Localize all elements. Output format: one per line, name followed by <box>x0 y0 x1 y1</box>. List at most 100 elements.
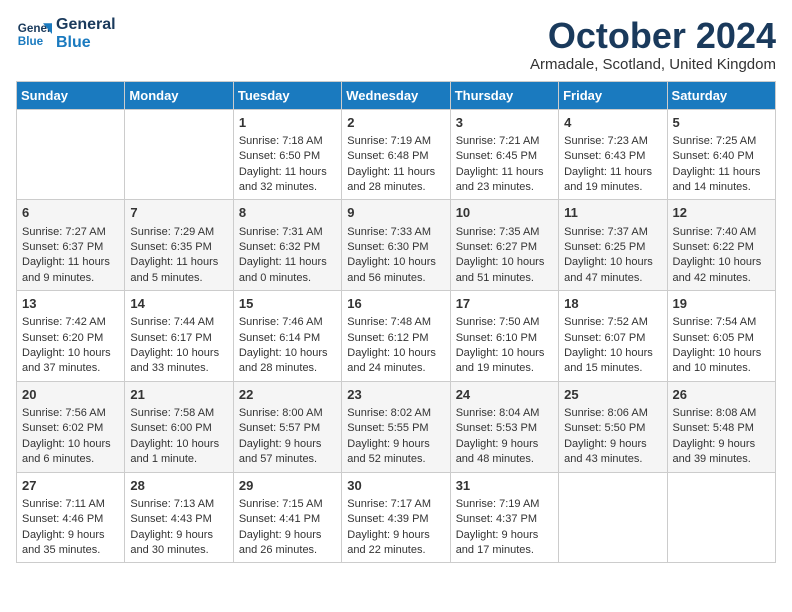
logo-icon: General Blue <box>16 16 52 52</box>
cell-text: Daylight: 10 hours <box>456 255 553 270</box>
cell-text: Daylight: 10 hours <box>347 346 444 361</box>
cell-text: and 43 minutes. <box>564 452 661 467</box>
day-number: 3 <box>456 114 553 132</box>
cell-text: Sunrise: 7:58 AM <box>130 406 227 421</box>
cell-text: Sunset: 6:20 PM <box>22 331 119 346</box>
cell-text: Daylight: 11 hours <box>239 255 336 270</box>
cell-text: Sunrise: 7:27 AM <box>22 225 119 240</box>
title-block: October 2024 Armadale, Scotland, United … <box>530 16 776 73</box>
day-number: 18 <box>564 295 661 313</box>
cell-text: and 39 minutes. <box>673 452 770 467</box>
cell-text: Sunset: 6:02 PM <box>22 421 119 436</box>
cell-text: and 19 minutes. <box>456 361 553 376</box>
calendar-cell: 7Sunrise: 7:29 AMSunset: 6:35 PMDaylight… <box>125 200 233 291</box>
calendar-cell: 31Sunrise: 7:19 AMSunset: 4:37 PMDayligh… <box>450 472 558 563</box>
day-number: 25 <box>564 386 661 404</box>
cell-text: Sunrise: 8:02 AM <box>347 406 444 421</box>
cell-text: Sunrise: 8:00 AM <box>239 406 336 421</box>
day-number: 10 <box>456 204 553 222</box>
cell-text: Daylight: 10 hours <box>130 346 227 361</box>
calendar-body: 1Sunrise: 7:18 AMSunset: 6:50 PMDaylight… <box>17 109 776 563</box>
cell-text: Daylight: 9 hours <box>456 437 553 452</box>
day-number: 4 <box>564 114 661 132</box>
calendar-cell: 1Sunrise: 7:18 AMSunset: 6:50 PMDaylight… <box>233 109 341 200</box>
cell-text: and 35 minutes. <box>22 543 119 558</box>
cell-text: and 15 minutes. <box>564 361 661 376</box>
cell-text: Daylight: 11 hours <box>347 165 444 180</box>
cell-text: Sunset: 4:37 PM <box>456 512 553 527</box>
cell-text: Daylight: 10 hours <box>456 346 553 361</box>
calendar-cell: 4Sunrise: 7:23 AMSunset: 6:43 PMDaylight… <box>559 109 667 200</box>
day-number: 27 <box>22 477 119 495</box>
cell-text: and 52 minutes. <box>347 452 444 467</box>
day-number: 31 <box>456 477 553 495</box>
cell-text: Daylight: 11 hours <box>22 255 119 270</box>
calendar-week-2: 6Sunrise: 7:27 AMSunset: 6:37 PMDaylight… <box>17 200 776 291</box>
header-friday: Friday <box>559 81 667 109</box>
cell-text: Sunrise: 7:15 AM <box>239 497 336 512</box>
calendar-cell: 6 Sunrise: 7:27 AMSunset: 6:37 PMDaylight… <box>17 200 125 291</box>
cell-text: Sunset: 6:43 PM <box>564 149 661 164</box>
cell-text: Sunrise: 7:54 AM <box>673 315 770 330</box>
cell-text: and 30 minutes. <box>130 543 227 558</box>
day-number: 24 <box>456 386 553 404</box>
cell-text: and 32 minutes. <box>239 180 336 195</box>
cell-text: Sunrise: 7:40 AM <box>673 225 770 240</box>
cell-text: and 24 minutes. <box>347 361 444 376</box>
cell-text: Daylight: 11 hours <box>130 255 227 270</box>
cell-text: Sunset: 5:48 PM <box>673 421 770 436</box>
cell-text: Sunrise: 8:08 AM <box>673 406 770 421</box>
cell-text: Sunrise: 7:42 AM <box>22 315 119 330</box>
calendar-cell <box>559 472 667 563</box>
cell-text: Sunset: 6:37 PM <box>22 240 119 255</box>
cell-text: and 42 minutes. <box>673 271 770 286</box>
cell-text: Sunrise: 7:18 AM <box>239 134 336 149</box>
cell-text: Sunset: 5:50 PM <box>564 421 661 436</box>
calendar-cell <box>125 109 233 200</box>
calendar-week-3: 13 Sunrise: 7:42 AMSunset: 6:20 PM Dayligh… <box>17 291 776 382</box>
cell-text: Daylight: 10 hours <box>673 255 770 270</box>
day-number: 11 <box>564 204 661 222</box>
day-number: 28 <box>130 477 227 495</box>
calendar-cell: 26Sunrise: 8:08 AMSunset: 5:48 PMDayligh… <box>667 381 775 472</box>
cell-text: Sunset: 6:45 PM <box>456 149 553 164</box>
day-number: 14 <box>130 295 227 313</box>
calendar-table: Sunday Monday Tuesday Wednesday Thursday… <box>16 81 776 564</box>
cell-text: Sunrise: 7:11 AM <box>22 497 119 512</box>
calendar-cell: 8Sunrise: 7:31 AMSunset: 6:32 PMDaylight… <box>233 200 341 291</box>
header-thursday: Thursday <box>450 81 558 109</box>
cell-text: and 14 minutes. <box>673 180 770 195</box>
cell-text: Sunset: 6:30 PM <box>347 240 444 255</box>
cell-text: Daylight: 9 hours <box>130 528 227 543</box>
calendar-cell: 12Sunrise: 7:40 AMSunset: 6:22 PMDayligh… <box>667 200 775 291</box>
cell-text: and 57 minutes. <box>239 452 336 467</box>
cell-text: and 56 minutes. <box>347 271 444 286</box>
cell-text: and 0 minutes. <box>239 271 336 286</box>
cell-text: Sunset: 6:35 PM <box>130 240 227 255</box>
cell-text: Sunrise: 7:37 AM <box>564 225 661 240</box>
cell-text: Daylight: 9 hours <box>22 528 119 543</box>
page-header: General Blue General Blue October 2024 A… <box>16 16 776 73</box>
calendar-cell: 30Sunrise: 7:17 AMSunset: 4:39 PMDayligh… <box>342 472 450 563</box>
calendar-cell: 24Sunrise: 8:04 AMSunset: 5:53 PMDayligh… <box>450 381 558 472</box>
day-number: 8 <box>239 204 336 222</box>
calendar-cell: 14Sunrise: 7:44 AMSunset: 6:17 PMDayligh… <box>125 291 233 382</box>
day-number: 5 <box>673 114 770 132</box>
day-number: 13 <box>22 295 119 313</box>
day-number: 29 <box>239 477 336 495</box>
header-wednesday: Wednesday <box>342 81 450 109</box>
cell-text: Daylight: 11 hours <box>239 165 336 180</box>
day-number: 16 <box>347 295 444 313</box>
cell-text: Sunset: 6:00 PM <box>130 421 227 436</box>
day-number: 21 <box>130 386 227 404</box>
cell-text: Sunset: 6:50 PM <box>239 149 336 164</box>
day-number: 6 <box>22 204 119 222</box>
cell-text: Daylight: 10 hours <box>22 437 119 452</box>
cell-text: Sunset: 6:07 PM <box>564 331 661 346</box>
cell-text: and 37 minutes. <box>22 361 119 376</box>
calendar-cell: 22Sunrise: 8:00 AMSunset: 5:57 PMDayligh… <box>233 381 341 472</box>
cell-text: Sunset: 4:41 PM <box>239 512 336 527</box>
cell-text: Sunrise: 7:19 AM <box>456 497 553 512</box>
cell-text: Sunset: 6:22 PM <box>673 240 770 255</box>
calendar-cell: 19Sunrise: 7:54 AMSunset: 6:05 PMDayligh… <box>667 291 775 382</box>
